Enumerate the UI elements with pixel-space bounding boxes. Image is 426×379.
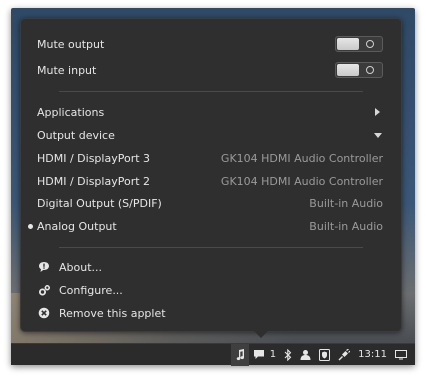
chevron-down-icon — [374, 132, 382, 138]
show-desktop-icon — [395, 349, 407, 360]
chevron-right-icon — [375, 108, 380, 116]
music-note-icon — [235, 348, 245, 361]
clock-applet[interactable]: 13:11 — [354, 344, 391, 366]
sound-applet[interactable] — [230, 343, 249, 366]
configure-menu-item[interactable]: Configure... — [37, 280, 383, 300]
notification-count: 1 — [269, 349, 277, 360]
switch-knob — [337, 64, 359, 76]
device-item[interactable]: HDMI / DisplayPort 3 GK104 HDMI Audio Co… — [37, 148, 383, 168]
applications-submenu[interactable]: Applications — [37, 102, 383, 122]
network-applet[interactable] — [334, 344, 354, 366]
shield-badge-icon — [319, 348, 331, 361]
remove-applet-menu-item[interactable]: Remove this applet — [37, 303, 383, 323]
output-device-submenu[interactable]: Output device — [37, 125, 383, 145]
mute-input-switch[interactable] — [335, 62, 383, 78]
close-circle-icon — [37, 306, 51, 320]
bluetooth-applet[interactable] — [280, 344, 296, 366]
user-icon — [300, 349, 311, 360]
notifications-applet[interactable]: 1 — [249, 344, 280, 366]
device-name: HDMI / DisplayPort 2 — [37, 174, 151, 188]
speech-bubble-icon — [37, 260, 51, 274]
device-item[interactable]: Digital Output (S/PDIF) Built-in Audio — [37, 193, 383, 213]
chat-bubble-icon — [253, 349, 265, 360]
show-desktop-button[interactable] — [391, 344, 411, 366]
network-plug-icon — [338, 348, 351, 361]
about-label: About... — [59, 260, 103, 274]
bluetooth-icon — [284, 348, 292, 361]
separator — [59, 91, 363, 92]
device-detail: Built-in Audio — [309, 219, 383, 233]
update-manager-applet[interactable] — [315, 344, 334, 366]
device-item-selected[interactable]: Analog Output Built-in Audio — [28, 216, 383, 236]
applications-label: Applications — [37, 105, 105, 119]
about-menu-item[interactable]: About... — [37, 257, 383, 277]
output-device-label: Output device — [37, 128, 115, 142]
mute-output-row[interactable]: Mute output — [37, 34, 383, 54]
popup-pointer — [253, 330, 269, 338]
panel: 1 13:11 — [11, 343, 415, 366]
mute-output-label: Mute output — [37, 37, 105, 51]
mute-input-row[interactable]: Mute input — [37, 60, 383, 80]
selected-bullet-icon — [28, 224, 33, 229]
device-detail: GK104 HDMI Audio Controller — [220, 151, 383, 165]
device-detail: Built-in Audio — [309, 196, 383, 210]
remove-applet-label: Remove this applet — [59, 306, 166, 320]
device-detail: GK104 HDMI Audio Controller — [220, 174, 383, 188]
device-name: Analog Output — [37, 219, 117, 233]
clock-label: 13:11 — [358, 349, 387, 360]
switch-off-icon — [366, 66, 374, 74]
configure-label: Configure... — [59, 283, 123, 297]
device-item[interactable]: HDMI / DisplayPort 2 GK104 HDMI Audio Co… — [37, 171, 383, 191]
device-name: Digital Output (S/PDIF) — [37, 196, 162, 210]
sound-applet-menu: Mute output Mute input Applications Outp… — [20, 18, 402, 332]
separator — [59, 247, 363, 248]
mute-output-switch[interactable] — [335, 36, 383, 52]
gears-icon — [37, 283, 51, 297]
switch-knob — [337, 38, 359, 50]
mute-input-label: Mute input — [37, 63, 97, 77]
switch-off-icon — [366, 40, 374, 48]
system-tray: 1 13:11 — [227, 343, 415, 366]
user-applet[interactable] — [296, 344, 315, 366]
device-name: HDMI / DisplayPort 3 — [37, 151, 151, 165]
